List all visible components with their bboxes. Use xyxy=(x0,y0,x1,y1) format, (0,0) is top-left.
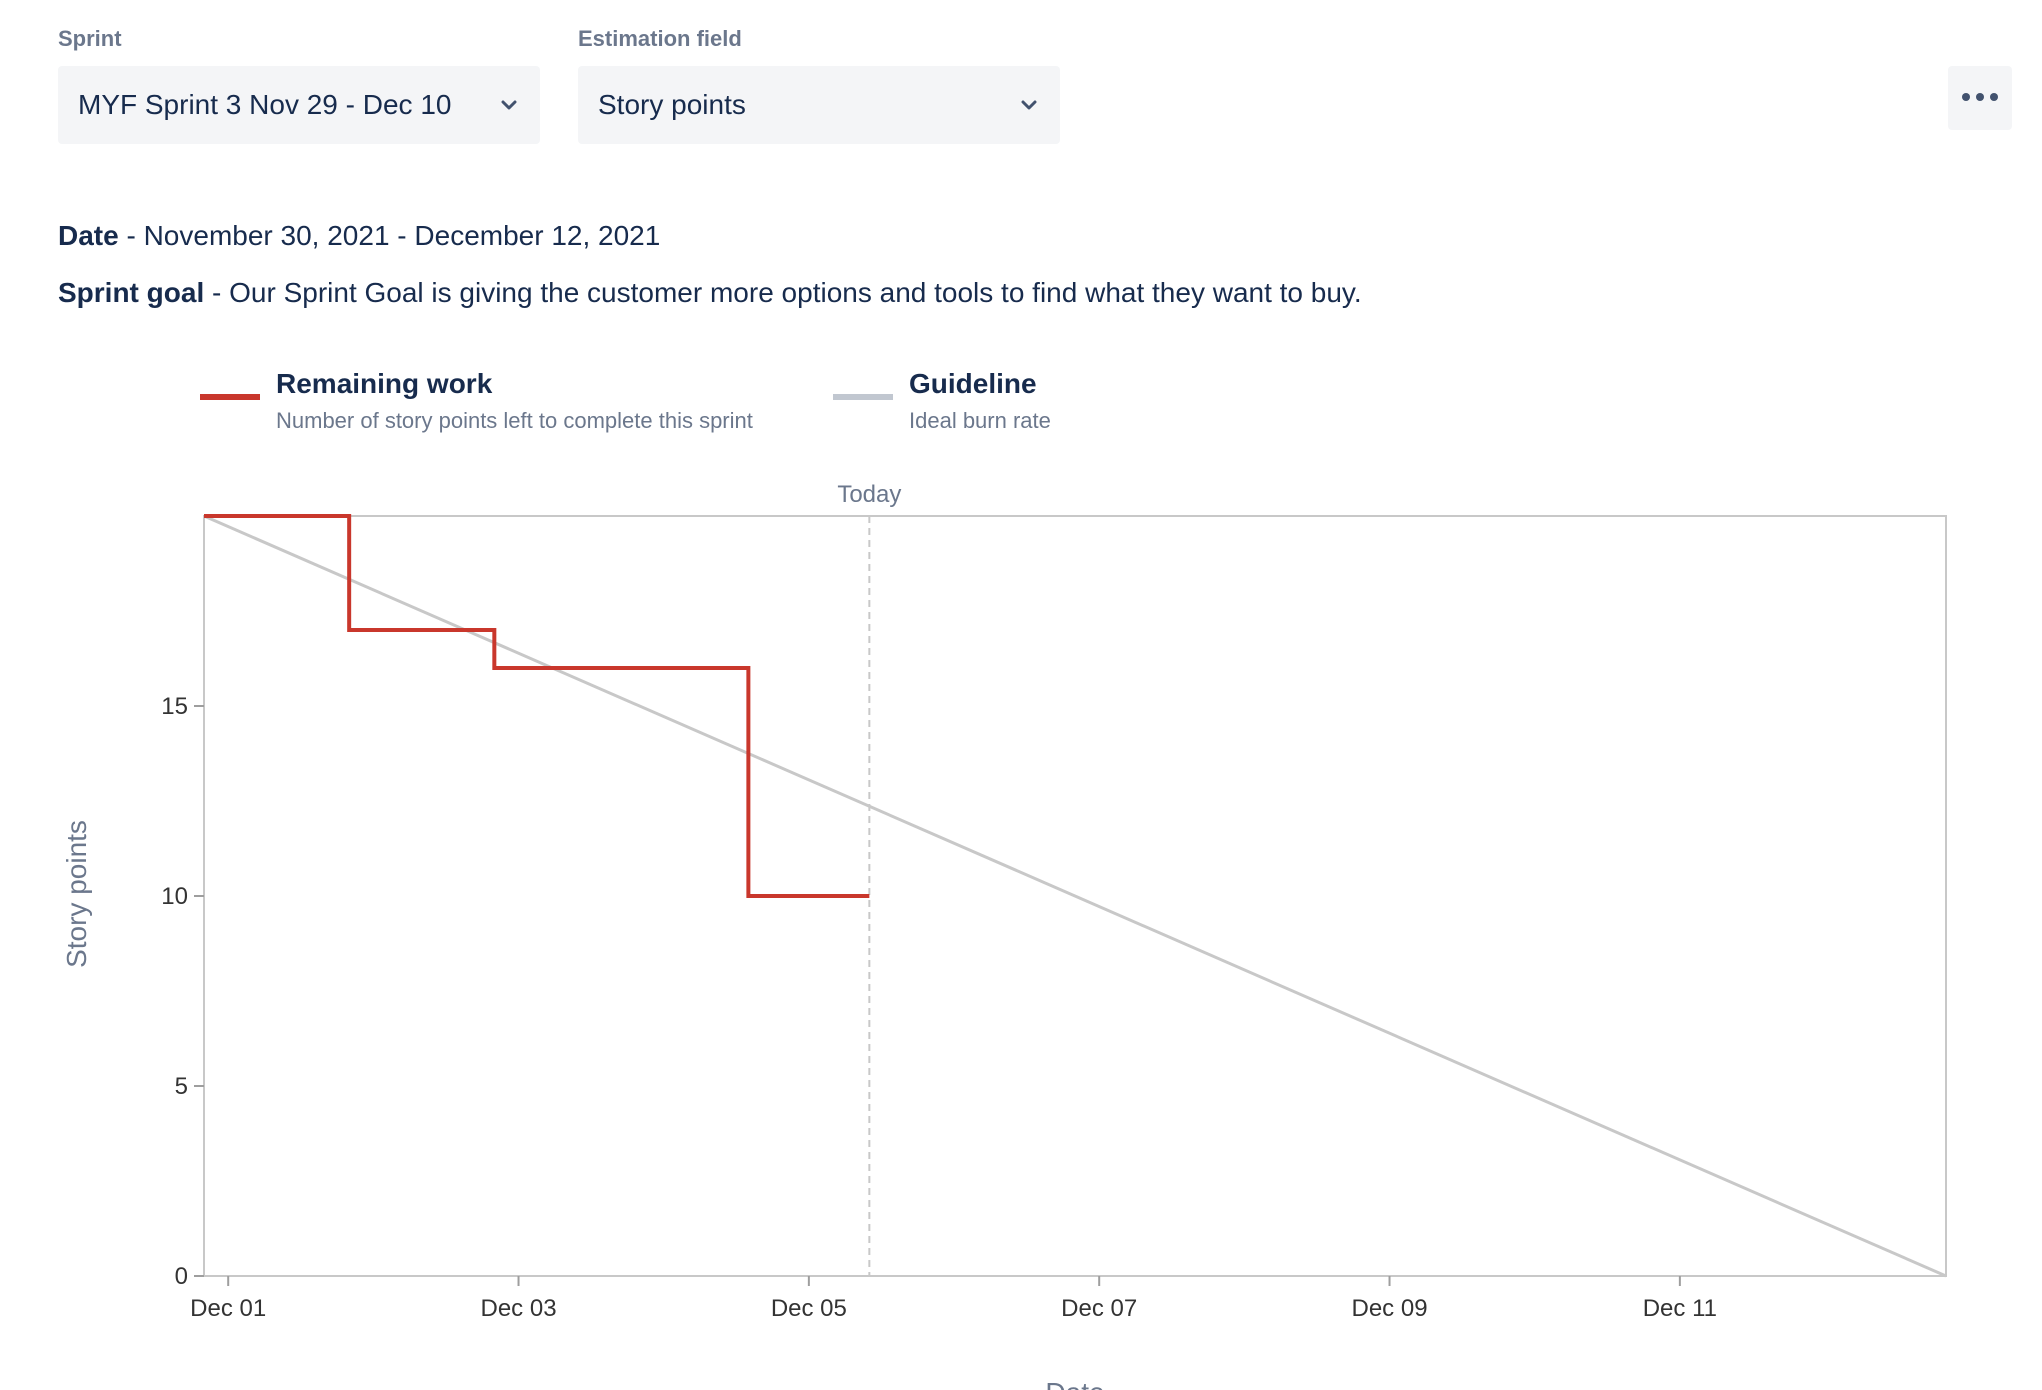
x-tick-label: Dec 09 xyxy=(1352,1295,1428,1322)
y-tick-label: 5 xyxy=(175,1073,188,1100)
y-tick-label: 0 xyxy=(175,1263,188,1290)
x-tick-label: Dec 07 xyxy=(1061,1295,1137,1322)
today-label: Today xyxy=(837,481,901,508)
x-tick-label: Dec 01 xyxy=(190,1295,266,1322)
x-tick-label: Dec 11 xyxy=(1643,1295,1717,1322)
x-axis-title: Date xyxy=(1045,1377,1104,1390)
y-axis-title: Story points xyxy=(61,820,92,968)
axes-layer: 0 5 10 15 Dec 01 Dec 03 Dec 05 Dec 07 Dec 09 Dec … xyxy=(161,693,1717,1322)
burndown-chart: 0 5 10 15 Dec 01 Dec 03 Dec 05 Dec 07 Dec 09 Dec … xyxy=(61,481,1947,1390)
series-layer xyxy=(203,514,1947,1278)
x-tick-label: Dec 05 xyxy=(771,1295,847,1322)
y-tick-label: 10 xyxy=(161,883,188,910)
remaining-work-series xyxy=(204,514,870,898)
x-tick-label: Dec 03 xyxy=(481,1295,557,1322)
y-tick-label: 15 xyxy=(161,693,188,720)
